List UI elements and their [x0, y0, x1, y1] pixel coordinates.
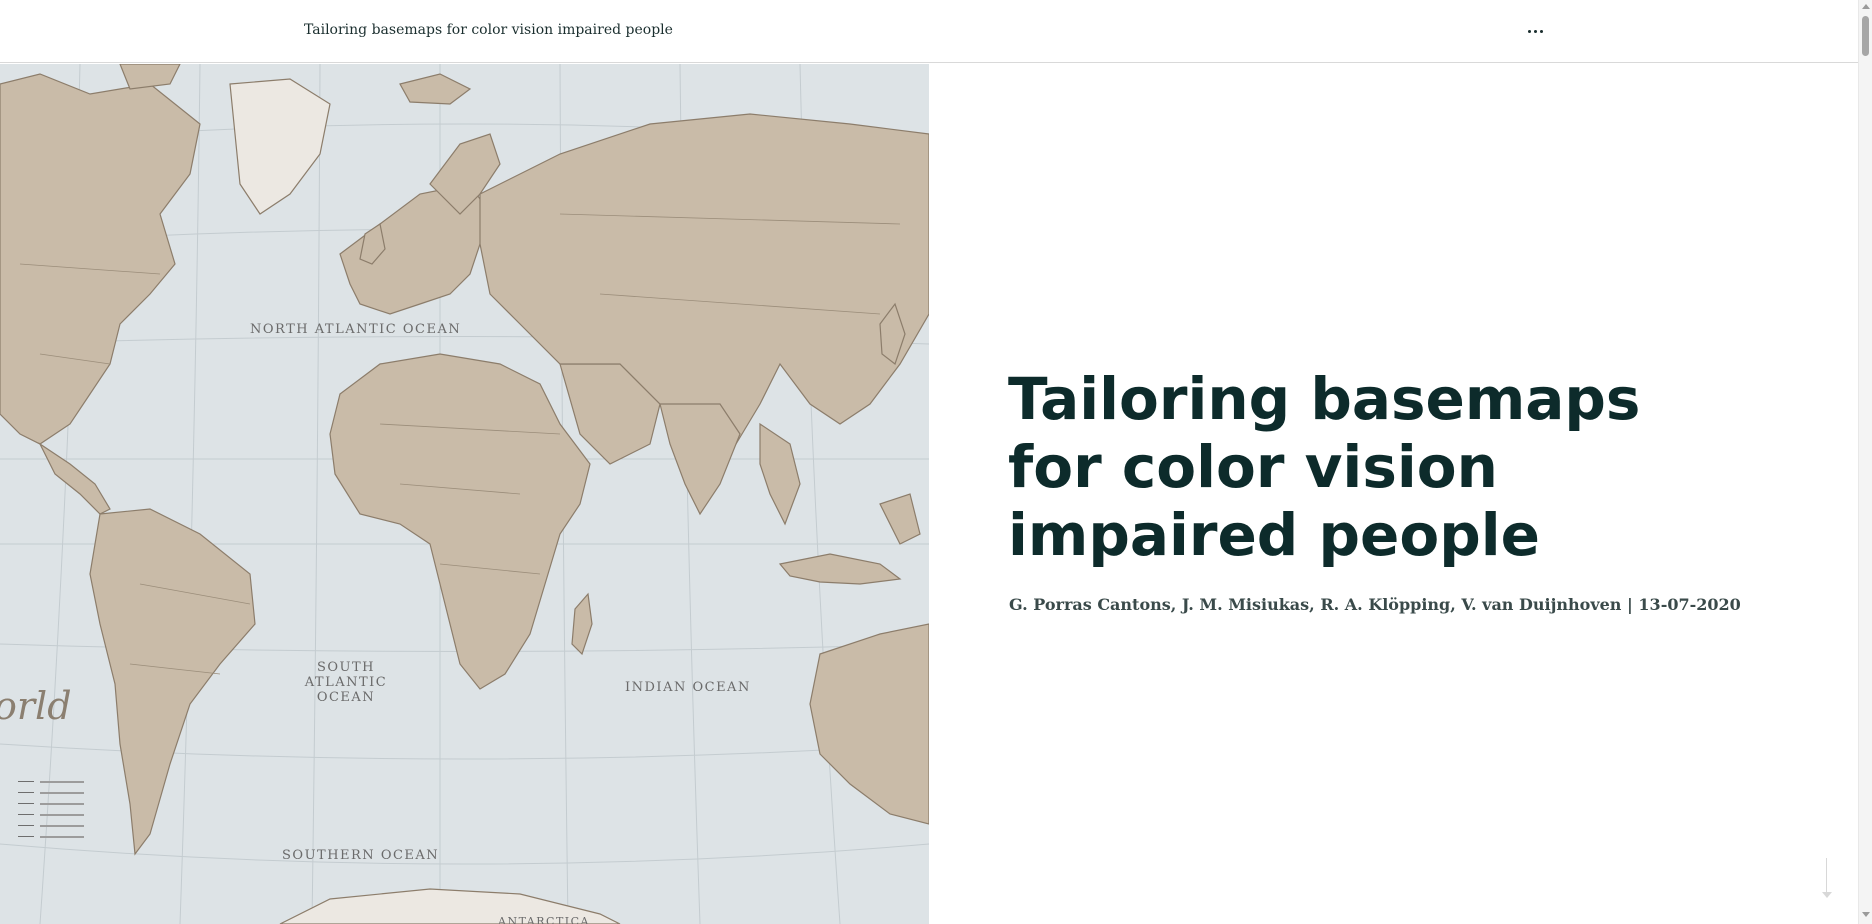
more-options-button[interactable] [1518, 16, 1552, 46]
legend-row [18, 798, 84, 809]
legend-row [18, 787, 84, 798]
map-legend [18, 776, 84, 842]
publish-date: 13-07-2020 [1638, 595, 1741, 614]
legend-row [18, 820, 84, 831]
map-title-script: orld [0, 684, 72, 728]
arrow-down-icon[interactable] [1820, 858, 1834, 900]
antarctica-label: ANTARCTICA [498, 915, 590, 924]
legend-row [18, 831, 84, 842]
scrollbar-thumb[interactable] [1862, 16, 1869, 56]
story-title: Tailoring basemaps for color vision impa… [304, 22, 673, 38]
legend-row [18, 809, 84, 820]
legend-row [18, 776, 84, 787]
story-heading: Tailoring basemaps for color vision impa… [1008, 365, 1641, 569]
scroll-up-arrow-icon[interactable] [1862, 4, 1870, 9]
ellipsis-icon [1527, 29, 1531, 33]
top-bar: Tailoring basemaps for color vision impa… [0, 0, 1858, 63]
scroll-down-arrow-icon[interactable] [1862, 912, 1870, 917]
south-atlantic-ocean-label: SOUTH ATLANTIC OCEAN [304, 660, 388, 705]
southern-ocean-label: SOUTHERN OCEAN [282, 848, 440, 863]
byline-separator: | [1627, 595, 1633, 614]
page-scrollbar[interactable] [1858, 0, 1872, 924]
authors: G. Porras Cantons, J. M. Misiukas, R. A.… [1009, 595, 1622, 614]
byline: G. Porras Cantons, J. M. Misiukas, R. A.… [1009, 595, 1741, 614]
ellipsis-icon [1539, 29, 1543, 33]
indian-ocean-label: INDIAN OCEAN [625, 680, 751, 695]
world-map-image: NORTH ATLANTIC OCEAN SOUTH ATLANTIC OCEA… [0, 64, 929, 924]
world-map-drawing [0, 64, 929, 924]
north-atlantic-ocean-label: NORTH ATLANTIC OCEAN [250, 322, 462, 337]
ellipsis-icon [1533, 29, 1537, 33]
